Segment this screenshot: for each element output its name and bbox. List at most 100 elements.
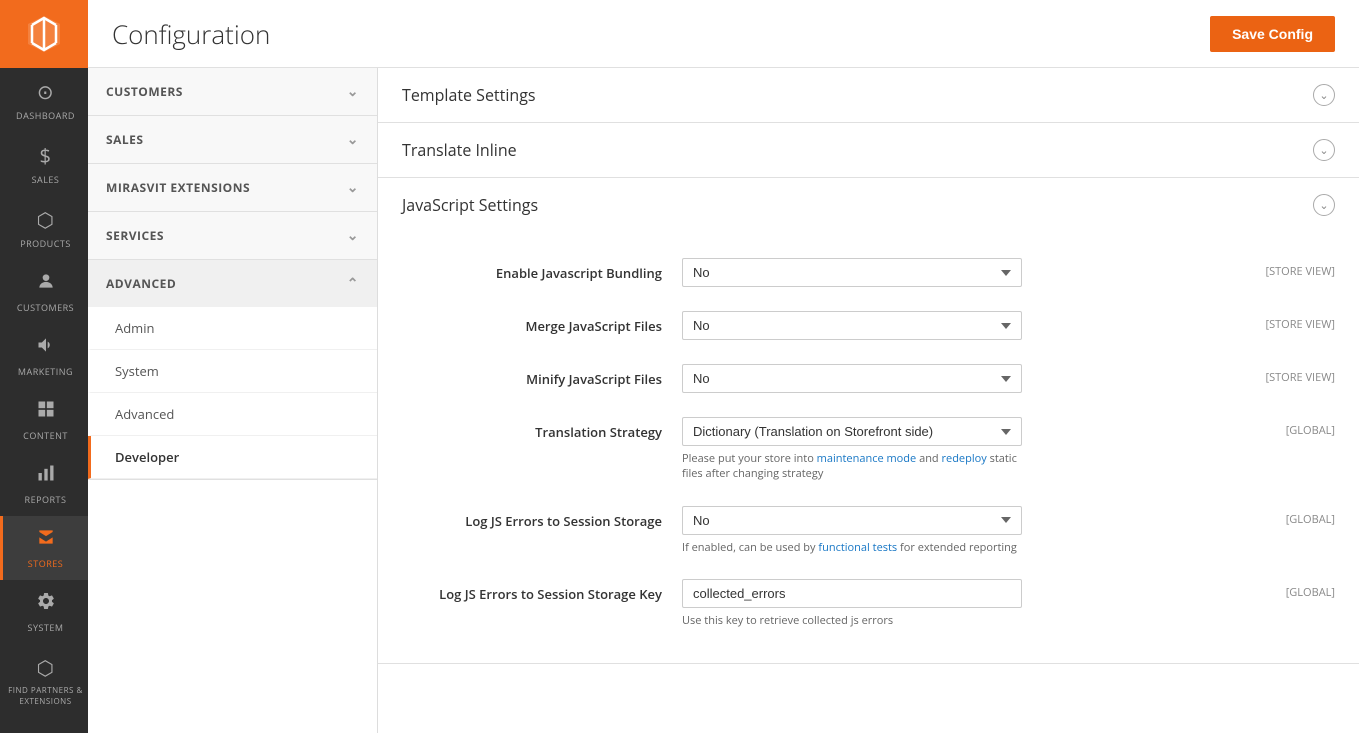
nav-label-dashboard: DASHBOARD (16, 109, 75, 122)
sidebar-section-advanced-header[interactable]: ADVANCED ⌃ (88, 260, 377, 307)
stores-icon (36, 526, 56, 553)
sidebar-section-mirasvit: MIRASVIT EXTENSIONS ⌄ (88, 164, 377, 212)
config-row-enable-js-bundling: Enable Javascript Bundling No Yes [STORE… (378, 248, 1359, 297)
system-icon (36, 590, 56, 617)
log-js-errors-key-control: Use this key to retrieve collected js er… (682, 579, 1215, 628)
log-js-errors-key-scope: [GLOBAL] (1215, 579, 1335, 600)
minify-js-files-scope: [STORE VIEW] (1215, 364, 1335, 385)
logo[interactable] (0, 0, 88, 68)
translation-strategy-hint: Please put your store into maintenance m… (682, 451, 1022, 482)
sidebar-section-mirasvit-header[interactable]: MIRASVIT EXTENSIONS ⌄ (88, 164, 377, 211)
chevron-down-icon: ⌄ (347, 130, 359, 149)
log-js-errors-select[interactable]: No Yes (682, 506, 1022, 535)
sidebar-section-sales-label: SALES (106, 131, 144, 148)
minify-js-files-select[interactable]: No Yes (682, 364, 1022, 393)
sidebar-section-services-label: SERVICES (106, 227, 164, 244)
log-js-errors-scope: [GLOBAL] (1215, 506, 1335, 527)
sidebar-section-customers: CUSTOMERS ⌄ (88, 68, 377, 116)
translation-strategy-select[interactable]: Dictionary (Translation on Storefront si… (682, 417, 1022, 446)
nav-label-marketing: MARKETING (18, 365, 73, 378)
config-row-log-js-errors: Log JS Errors to Session Storage No Yes … (378, 496, 1359, 565)
sidebar-item-developer[interactable]: Developer (88, 436, 377, 479)
maintenance-mode-link[interactable]: maintenance mode (817, 451, 917, 466)
config-row-translation-strategy: Translation Strategy Dictionary (Transla… (378, 407, 1359, 492)
log-js-errors-control: No Yes If enabled, can be used by functi… (682, 506, 1215, 555)
log-js-errors-hint: If enabled, can be used by functional te… (682, 540, 1022, 555)
config-section-javascript-settings-header[interactable]: JavaScript Settings ⌄ (378, 178, 1359, 232)
sidebar-section-sales-header[interactable]: SALES ⌄ (88, 116, 377, 163)
sidebar-section-advanced-label: ADVANCED (106, 275, 176, 292)
sidebar-section-mirasvit-label: MIRASVIT EXTENSIONS (106, 179, 250, 196)
sidebar-section-customers-header[interactable]: CUSTOMERS ⌄ (88, 68, 377, 115)
config-section-template-settings: Template Settings ⌄ (378, 68, 1359, 123)
sidebar-item-advanced[interactable]: Advanced (88, 393, 377, 436)
log-js-errors-key-input[interactable] (682, 579, 1022, 608)
config-section-javascript-settings: JavaScript Settings ⌄ Enable Javascript … (378, 178, 1359, 664)
chevron-down-icon: ⌄ (347, 82, 359, 101)
sidebar-section-customers-label: CUSTOMERS (106, 83, 183, 100)
merge-js-files-control: No Yes (682, 311, 1215, 340)
translation-strategy-control: Dictionary (Translation on Storefront si… (682, 417, 1215, 482)
log-js-errors-key-hint: Use this key to retrieve collected js er… (682, 613, 1022, 628)
sidebar-section-services: SERVICES ⌄ (88, 212, 377, 260)
enable-js-bundling-select[interactable]: No Yes (682, 258, 1022, 287)
collapse-icon: ⌄ (1313, 139, 1335, 161)
nav-label-find: FIND PARTNERS & EXTENSIONS (7, 685, 84, 707)
template-settings-title: Template Settings (402, 84, 536, 106)
collapse-icon: ⌄ (1313, 84, 1335, 106)
translation-strategy-label: Translation Strategy (402, 417, 682, 441)
content-area: CUSTOMERS ⌄ SALES ⌄ MIRASVIT EXTENSIONS … (88, 68, 1359, 733)
main-wrapper: Configuration Save Config CUSTOMERS ⌄ SA… (88, 0, 1359, 733)
sidebar-item-system[interactable]: System (88, 350, 377, 393)
javascript-settings-body: Enable Javascript Bundling No Yes [STORE… (378, 232, 1359, 663)
nav-item-content[interactable]: CONTENT (0, 388, 88, 452)
nav-item-find[interactable]: ⬡ FIND PARTNERS & EXTENSIONS (0, 644, 88, 717)
merge-js-files-label: Merge JavaScript Files (402, 311, 682, 335)
secondary-sidebar: CUSTOMERS ⌄ SALES ⌄ MIRASVIT EXTENSIONS … (88, 68, 378, 733)
find-icon: ⬡ (37, 654, 55, 681)
nav-item-dashboard[interactable]: ⊙ DASHBOARD (0, 68, 88, 132)
nav-item-stores[interactable]: STORES (0, 516, 88, 580)
config-row-log-js-errors-key: Log JS Errors to Session Storage Key Use… (378, 569, 1359, 638)
chevron-down-icon: ⌄ (347, 226, 359, 245)
marketing-icon (36, 334, 56, 361)
config-section-template-settings-header[interactable]: Template Settings ⌄ (378, 68, 1359, 122)
customers-icon (36, 270, 56, 297)
nav-label-products: PRODUCTS (20, 237, 71, 250)
config-row-minify-js-files: Minify JavaScript Files No Yes [STORE VI… (378, 354, 1359, 403)
merge-js-files-select[interactable]: No Yes (682, 311, 1022, 340)
nav-label-content: CONTENT (23, 429, 68, 442)
sidebar-item-admin[interactable]: Admin (88, 307, 377, 350)
config-section-translate-inline-header[interactable]: Translate Inline ⌄ (378, 123, 1359, 177)
nav-label-customers: CUSTOMERS (17, 301, 74, 314)
left-navigation: ⊙ DASHBOARD $ SALES ⬡ PRODUCTS CUSTOMERS… (0, 0, 88, 733)
nav-item-products[interactable]: ⬡ PRODUCTS (0, 196, 88, 260)
nav-item-sales[interactable]: $ SALES (0, 132, 88, 196)
top-header: Configuration Save Config (88, 0, 1359, 68)
chevron-up-icon: ⌃ (347, 274, 359, 293)
sidebar-section-services-header[interactable]: SERVICES ⌄ (88, 212, 377, 259)
redeploy-link[interactable]: redeploy (942, 451, 987, 466)
nav-item-system[interactable]: SYSTEM (0, 580, 88, 644)
translation-strategy-scope: [GLOBAL] (1215, 417, 1335, 438)
collapse-icon: ⌄ (1313, 194, 1335, 216)
config-section-translate-inline: Translate Inline ⌄ (378, 123, 1359, 178)
merge-js-files-scope: [STORE VIEW] (1215, 311, 1335, 332)
nav-label-reports: REPORTS (25, 493, 67, 506)
save-config-button[interactable]: Save Config (1210, 16, 1335, 52)
sidebar-section-advanced: ADVANCED ⌃ Admin System Advanced Develop… (88, 260, 377, 480)
nav-item-reports[interactable]: REPORTS (0, 452, 88, 516)
sidebar-section-sales: SALES ⌄ (88, 116, 377, 164)
sales-icon: $ (40, 142, 52, 169)
nav-label-stores: STORES (28, 557, 63, 570)
nav-label-sales: SALES (32, 173, 60, 186)
content-icon (36, 398, 56, 425)
functional-tests-link[interactable]: functional tests (818, 540, 897, 555)
log-js-errors-label: Log JS Errors to Session Storage (402, 506, 682, 530)
nav-item-customers[interactable]: CUSTOMERS (0, 260, 88, 324)
config-panel: Template Settings ⌄ Translate Inline ⌄ J… (378, 68, 1359, 733)
javascript-settings-title: JavaScript Settings (402, 194, 538, 216)
nav-item-marketing[interactable]: MARKETING (0, 324, 88, 388)
reports-icon (36, 462, 56, 489)
chevron-down-icon: ⌄ (347, 178, 359, 197)
